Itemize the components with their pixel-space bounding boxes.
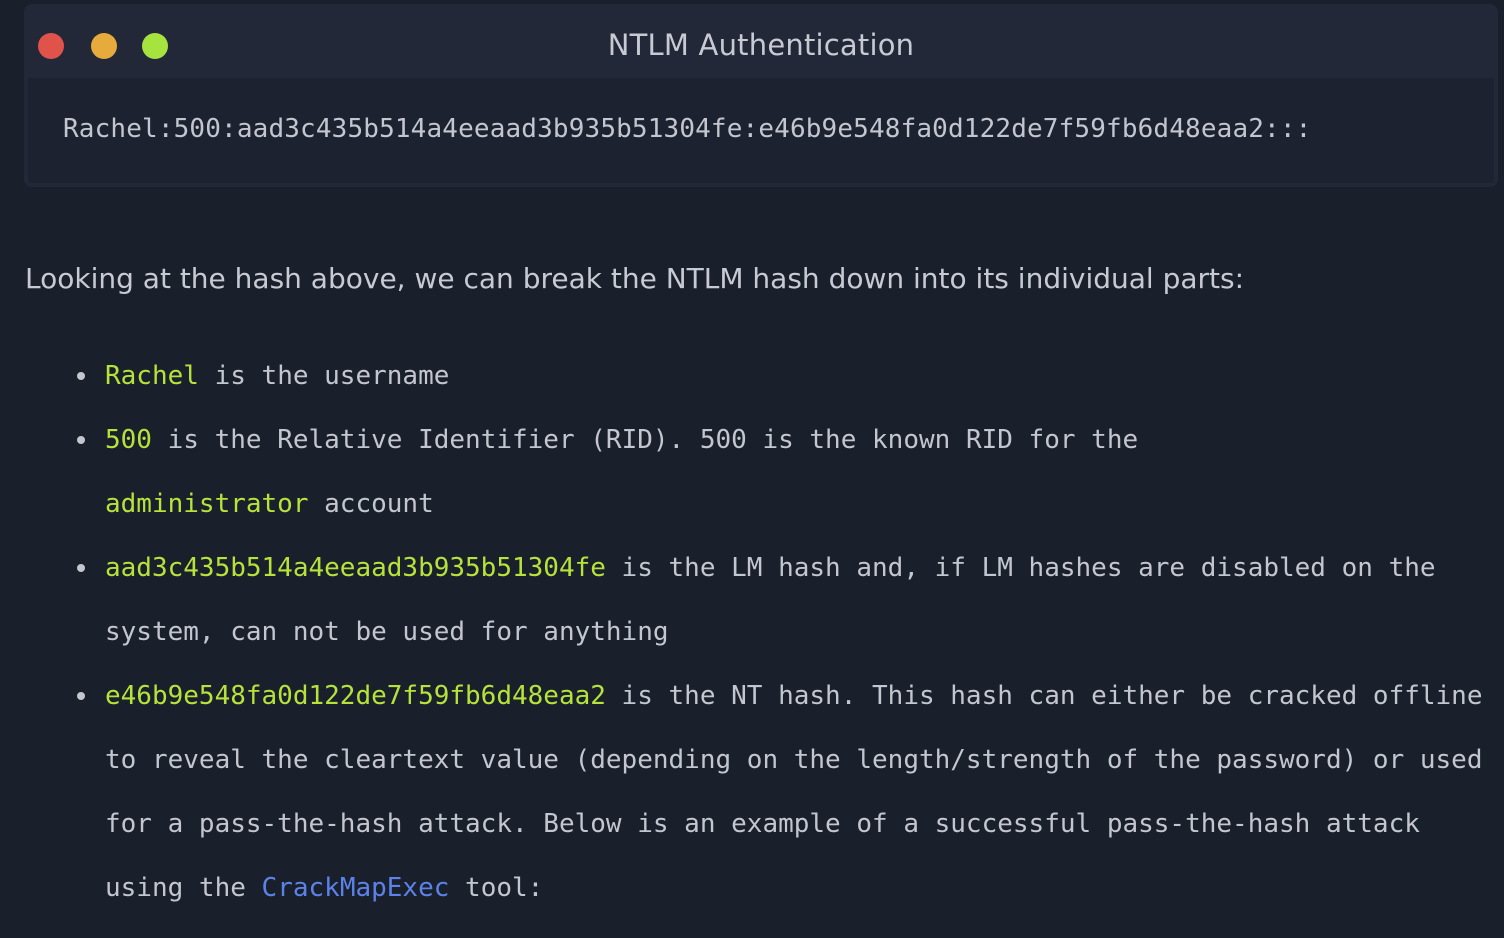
administrator-desc: account <box>308 489 434 519</box>
username-desc: is the username <box>198 361 450 391</box>
list-item-rid: 500 is the Relative Identifier (RID). 50… <box>0 408 1305 536</box>
nt-hash-term: e46b9e548fa0d122de7f59fb6d48eaa2 <box>105 681 606 711</box>
window-title: NTLM Authentication <box>607 28 915 62</box>
hash-line: Rachel:500:aad3c435b514a4eeaad3b935b5130… <box>63 114 1312 144</box>
nt-hash-desc-end: tool: <box>449 873 544 903</box>
lm-hash-term: aad3c435b514a4eeaad3b935b51304fe <box>105 553 606 583</box>
rid-term: 500 <box>105 425 152 455</box>
list-item-lm-hash: aad3c435b514a4eeaad3b935b51304fe is the … <box>0 536 1495 664</box>
username-term: Rachel <box>105 361 199 391</box>
hash-parts-list: Rachel is the username 500 is the Relati… <box>0 344 1495 920</box>
rid-desc: is the Relative Identifier (RID). 500 is… <box>151 425 1139 455</box>
list-item-username: Rachel is the username <box>0 344 1495 408</box>
code-block: Rachel:500:aad3c435b514a4eeaad3b935b5130… <box>28 78 1494 183</box>
nt-hash-desc: is the NT hash. This hash can either be … <box>105 681 1499 903</box>
intro-paragraph: Looking at the hash above, we can break … <box>25 262 1245 295</box>
administrator-term: administrator <box>105 489 309 519</box>
window-titlebar: NTLM Authentication <box>24 4 1498 78</box>
terminal-window: NTLM Authentication Rachel:500:aad3c435b… <box>24 4 1498 187</box>
crackmapexec-link[interactable]: CrackMapExec <box>262 873 450 903</box>
list-item-nt-hash: e46b9e548fa0d122de7f59fb6d48eaa2 is the … <box>0 664 1495 920</box>
